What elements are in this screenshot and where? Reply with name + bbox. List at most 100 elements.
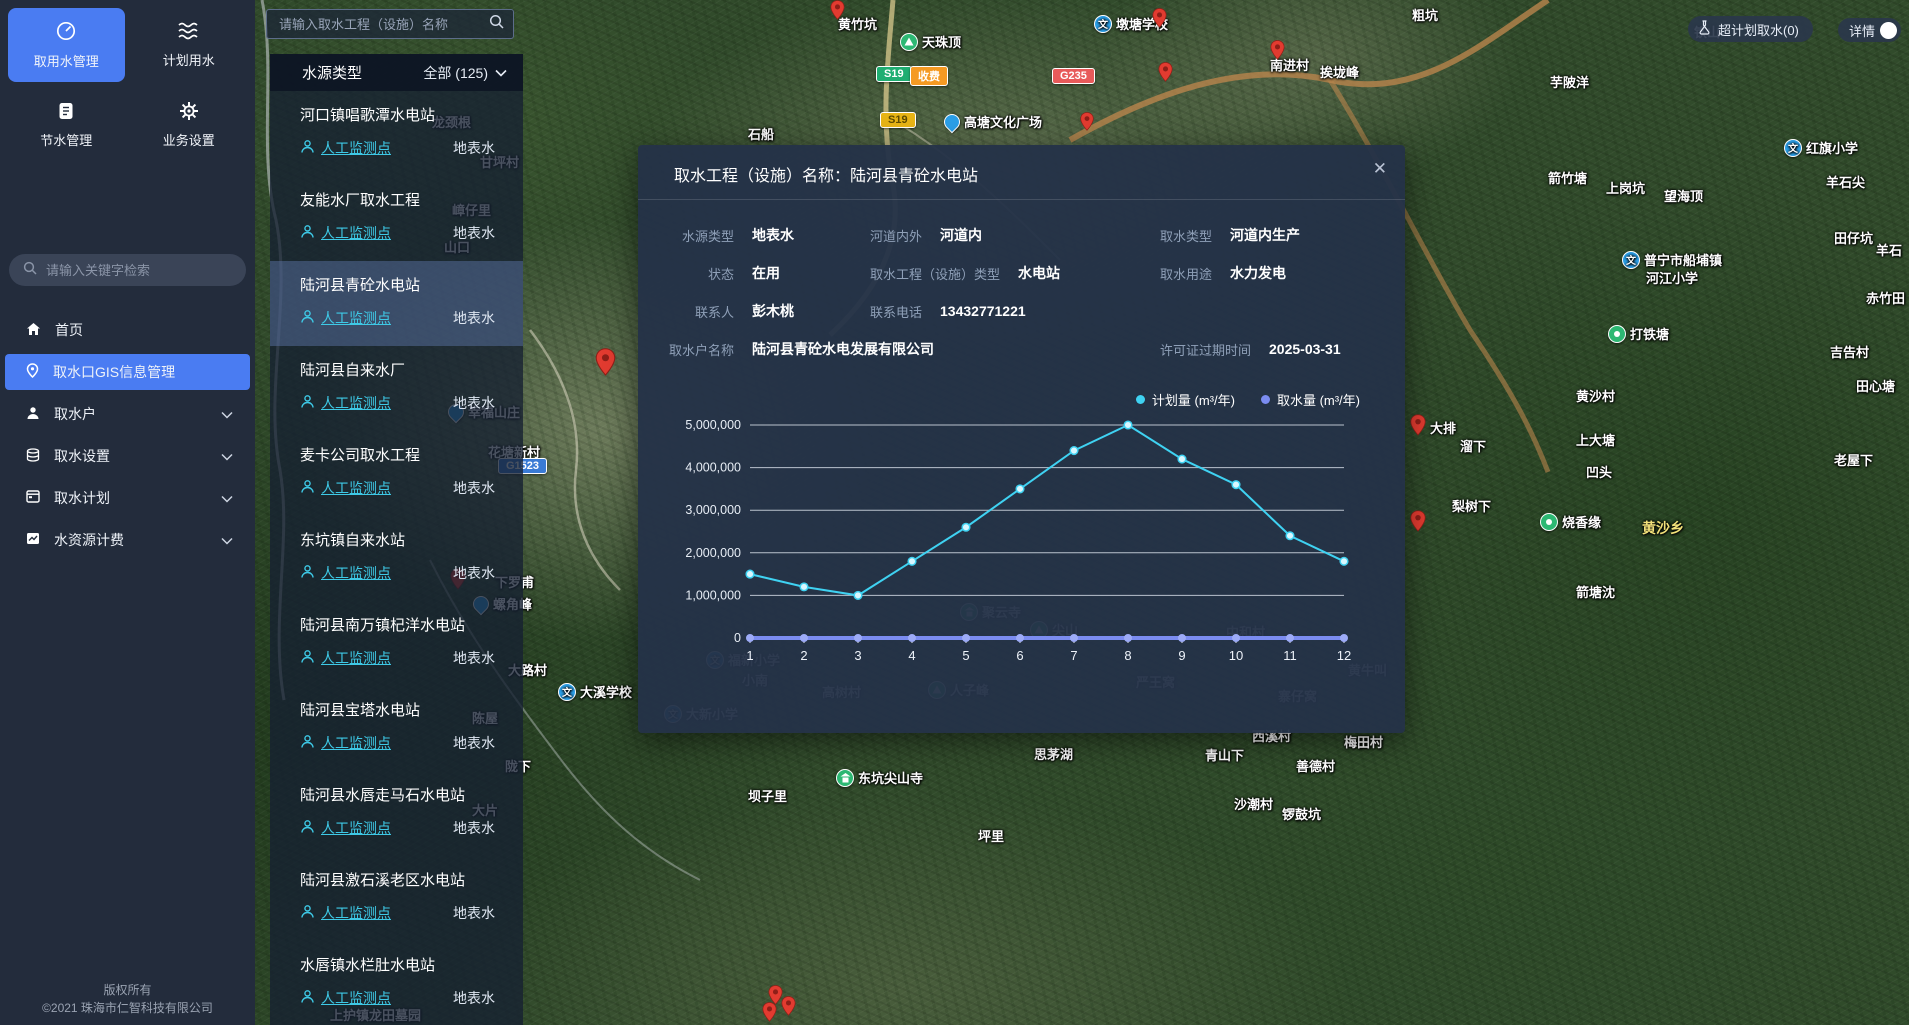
field-label: 状态 — [638, 264, 734, 283]
station-pin-icon[interactable] — [1410, 510, 1426, 537]
app-tile-label: 节水管理 — [40, 130, 92, 149]
field-value: 水力发电 — [1230, 263, 1286, 283]
map-label: 石船 — [748, 124, 774, 143]
svg-text:2,000,000: 2,000,000 — [685, 546, 741, 560]
water-source-value: 地表水 — [453, 308, 495, 328]
sidebar-item-2[interactable]: 取水口GIS信息管理 — [5, 354, 250, 390]
station-pin-icon[interactable] — [1410, 414, 1426, 441]
water-source-value: 地表水 — [453, 733, 495, 753]
sidebar-item-6[interactable]: 水资源计费 — [5, 522, 250, 558]
chevron-down-icon — [221, 490, 233, 506]
station-list-item[interactable]: 陆河县宝塔水电站人工监测点地表水 — [270, 686, 523, 771]
person-icon — [300, 224, 315, 242]
detail-field: 取水类型河道内生产 — [1160, 216, 1300, 254]
station-name: 陆河县水唇走马石水电站 — [300, 784, 495, 805]
manual-monitor-link[interactable]: 人工监测点 — [300, 648, 391, 668]
app-tile-3[interactable]: 节水管理 — [8, 88, 125, 162]
sidebar-search-input[interactable] — [46, 263, 232, 278]
monitor-label: 人工监测点 — [321, 818, 391, 838]
over-plan-intake-button[interactable]: 超计划取水(0) — [1688, 16, 1813, 42]
field-label: 河道内外 — [870, 226, 922, 245]
map-label-text: 打铁塘 — [1630, 324, 1669, 343]
station-search-input[interactable] — [279, 17, 489, 32]
map-label-text: 善德村 — [1296, 756, 1335, 775]
sidebar-item-3[interactable]: 取水户 — [5, 396, 250, 432]
app-tile-2[interactable]: 计划用水 — [131, 8, 248, 82]
map-label: 黄沙乡 — [1642, 518, 1684, 538]
station-pin-icon[interactable] — [762, 1002, 777, 1025]
map-label-text: 粗坑 — [1412, 5, 1438, 24]
sidebar-item-label: 取水户 — [54, 404, 96, 424]
station-list-item[interactable]: 陆河县自来水厂人工监测点地表水 — [270, 346, 523, 431]
sidebar-item-4[interactable]: 取水设置 — [5, 438, 250, 474]
station-pin-icon[interactable] — [1270, 40, 1285, 65]
station-list-item[interactable]: 陆河县青砼水电站人工监测点地表水 — [270, 261, 523, 346]
source-type-filter-dropdown[interactable]: 全部 (125) — [423, 63, 507, 83]
detail-field: 联系电话13432771221 — [870, 292, 1026, 330]
map-label: 上大塘 — [1576, 430, 1615, 449]
map-label-text: 普宁市船埔镇 — [1644, 250, 1722, 269]
chart-legend: 计划量 (m³/年) 取水量 (m³/年) — [638, 390, 1405, 409]
database-icon — [26, 448, 40, 465]
manual-monitor-link[interactable]: 人工监测点 — [300, 138, 391, 158]
station-list-item[interactable]: 陆河县水唇走马石水电站人工监测点地表水 — [270, 771, 523, 856]
station-pin-icon[interactable] — [1158, 62, 1173, 87]
legend-item-1[interactable]: 计划量 (m³/年) — [1136, 390, 1235, 409]
svg-text:1: 1 — [746, 648, 753, 663]
sidebar-item-5[interactable]: 取水计划 — [5, 480, 250, 516]
manual-monitor-link[interactable]: 人工监测点 — [300, 988, 391, 1008]
station-list-item[interactable]: 友能水厂取水工程人工监测点地表水 — [270, 176, 523, 261]
manual-monitor-link[interactable]: 人工监测点 — [300, 903, 391, 923]
station-subrow: 人工监测点地表水 — [300, 988, 495, 1008]
station-search-box[interactable] — [266, 9, 514, 39]
school-icon: 文 — [1622, 251, 1640, 269]
app-tile-4[interactable]: 业务设置 — [131, 88, 248, 162]
manual-monitor-link[interactable]: 人工监测点 — [300, 563, 391, 583]
station-pin-icon[interactable] — [781, 996, 796, 1021]
detail-field: 河道内外河道内 — [870, 216, 982, 254]
map-label-text: 坝子里 — [748, 786, 787, 805]
manual-monitor-link[interactable]: 人工监测点 — [300, 818, 391, 838]
station-list-item[interactable]: 东坑镇自来水站人工监测点地表水 — [270, 516, 523, 601]
station-pin-icon[interactable] — [1152, 8, 1167, 33]
monitor-label: 人工监测点 — [321, 393, 391, 413]
detail-row-3: 联系人彭木桃 联系电话13432771221 — [638, 292, 1405, 330]
manual-monitor-link[interactable]: 人工监测点 — [300, 393, 391, 413]
map-label: 青山下 — [1205, 745, 1244, 764]
station-list-item[interactable]: 陆河县南万镇杞洋水电站人工监测点地表水 — [270, 601, 523, 686]
app-tile-label: 计划用水 — [163, 50, 215, 69]
station-pin-icon[interactable] — [1080, 112, 1094, 136]
field-value: 陆河县青砼水电发展有限公司 — [752, 339, 934, 359]
station-name: 河口镇唱歌潭水电站 — [300, 104, 495, 125]
app-tile-1[interactable]: 取用水管理 — [8, 8, 125, 82]
station-list-item[interactable]: 陆河县激石溪老区水电站人工监测点地表水 — [270, 856, 523, 941]
plan-icon — [26, 490, 40, 506]
detail-field: 联系人彭木桃 — [638, 292, 794, 330]
manual-monitor-link[interactable]: 人工监测点 — [300, 478, 391, 498]
manual-monitor-link[interactable]: 人工监测点 — [300, 223, 391, 243]
svg-text:7: 7 — [1070, 648, 1077, 663]
map-label-text: 箭塘沈 — [1576, 582, 1615, 601]
manual-monitor-link[interactable]: 人工监测点 — [300, 733, 391, 753]
app-module-tiles: 取用水管理 计划用水节水管理 业务设置 — [0, 0, 255, 170]
sidebar-item-1[interactable]: 首页 — [5, 312, 250, 348]
station-pin-icon[interactable] — [595, 348, 616, 381]
person-icon — [300, 989, 315, 1007]
details-toggle-pill[interactable]: 详情 — [1838, 18, 1901, 42]
monitor-label: 人工监测点 — [321, 988, 391, 1008]
station-list-item[interactable]: 河口镇唱歌潭水电站人工监测点地表水 — [270, 91, 523, 176]
search-icon[interactable] — [489, 14, 504, 34]
station-list-item[interactable]: 水唇镇水栏肚水电站人工监测点地表水 — [270, 941, 523, 1025]
app-tile-label: 取用水管理 — [34, 51, 99, 70]
map-label: 箭竹塘 — [1548, 168, 1587, 187]
station-pin-icon[interactable] — [830, 0, 845, 25]
details-toggle-switch[interactable] — [1880, 22, 1897, 39]
sidebar-item-label: 水资源计费 — [54, 530, 124, 550]
manual-monitor-link[interactable]: 人工监测点 — [300, 308, 391, 328]
map-label: 天珠顶 — [900, 32, 961, 51]
svg-text:12: 12 — [1337, 648, 1351, 663]
close-icon[interactable]: ✕ — [1373, 159, 1387, 179]
station-list-item[interactable]: 麦卡公司取水工程人工监测点地表水 — [270, 431, 523, 516]
sidebar-search[interactable] — [9, 254, 246, 286]
legend-item-2[interactable]: 取水量 (m³/年) — [1261, 390, 1360, 409]
